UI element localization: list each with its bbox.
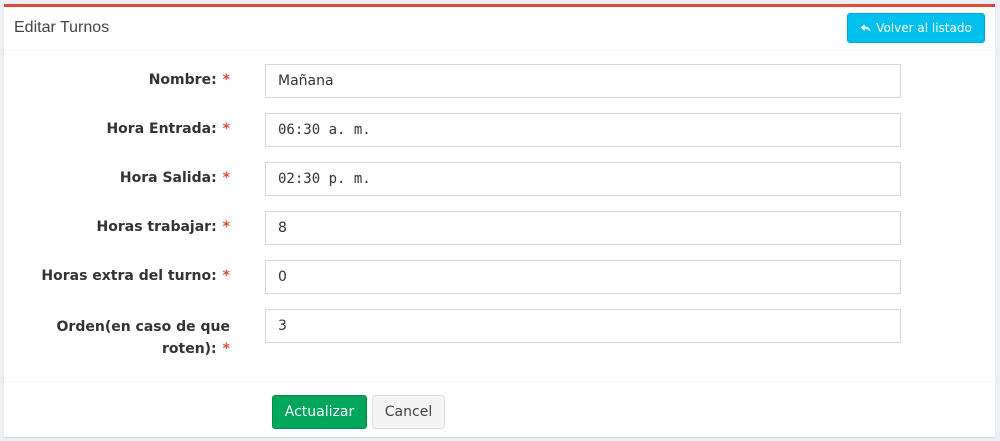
required-mark: *: [222, 121, 230, 137]
field-label-hora-salida: Hora Salida: *: [0, 167, 230, 189]
page-title: Editar Turnos: [14, 19, 110, 36]
hora-salida-input[interactable]: 02:30 p. m.: [265, 162, 901, 196]
required-mark: *: [222, 170, 230, 186]
form-row-horas-extra: Horas extra del turno: * 0: [4, 258, 995, 294]
horas-trabajar-input[interactable]: 8: [265, 211, 901, 245]
field-label-text: Hora Entrada:: [106, 121, 217, 137]
hora-entrada-input[interactable]: 06:30 a. m.: [265, 113, 901, 147]
field-label-horas-extra: Horas extra del turno: *: [0, 265, 230, 287]
panel-header: Editar Turnos Volver al listado: [4, 7, 995, 51]
edit-shifts-panel: Editar Turnos Volver al listado Nombre: *…: [4, 4, 995, 437]
field-label-hora-entrada: Hora Entrada: *: [0, 118, 230, 140]
field-label-nombre: Nombre: *: [0, 69, 230, 91]
field-label-text-line1: Orden(en caso de que: [56, 319, 230, 335]
field-label-text: Hora Salida:: [119, 170, 217, 186]
horas-extra-input[interactable]: 0: [265, 260, 901, 294]
form-row-nombre: Nombre: * Mañana: [4, 62, 995, 98]
form-footer: Actualizar Cancel: [4, 381, 995, 440]
cancel-button[interactable]: Cancel: [372, 395, 445, 429]
nombre-input[interactable]: Mañana: [265, 64, 901, 98]
field-label-horas-trabajar: Horas trabajar: *: [0, 216, 230, 238]
field-label-text: Horas trabajar:: [96, 219, 217, 235]
required-mark: *: [222, 341, 230, 357]
required-mark: *: [222, 219, 230, 235]
field-label-text: Nombre:: [148, 72, 217, 88]
field-label-orden: Orden(en caso de que roten): *: [0, 316, 230, 360]
field-label-text: Horas extra del turno:: [41, 268, 217, 284]
required-mark: *: [222, 72, 230, 88]
back-button-label: Volver al listado: [876, 21, 972, 35]
form-row-hora-salida: Hora Salida: * 02:30 p. m.: [4, 160, 995, 196]
form-row-horas-trabajar: Horas trabajar: * 8: [4, 209, 995, 245]
field-label-text-line2: roten):: [161, 341, 217, 357]
update-button[interactable]: Actualizar: [272, 395, 367, 429]
required-mark: *: [222, 268, 230, 284]
form-row-orden: Orden(en caso de que roten): * 3: [4, 307, 995, 363]
back-to-list-button[interactable]: Volver al listado: [847, 13, 985, 43]
reply-icon: [860, 24, 872, 33]
form-row-hora-entrada: Hora Entrada: * 06:30 a. m.: [4, 111, 995, 147]
orden-input[interactable]: 3: [265, 309, 901, 343]
